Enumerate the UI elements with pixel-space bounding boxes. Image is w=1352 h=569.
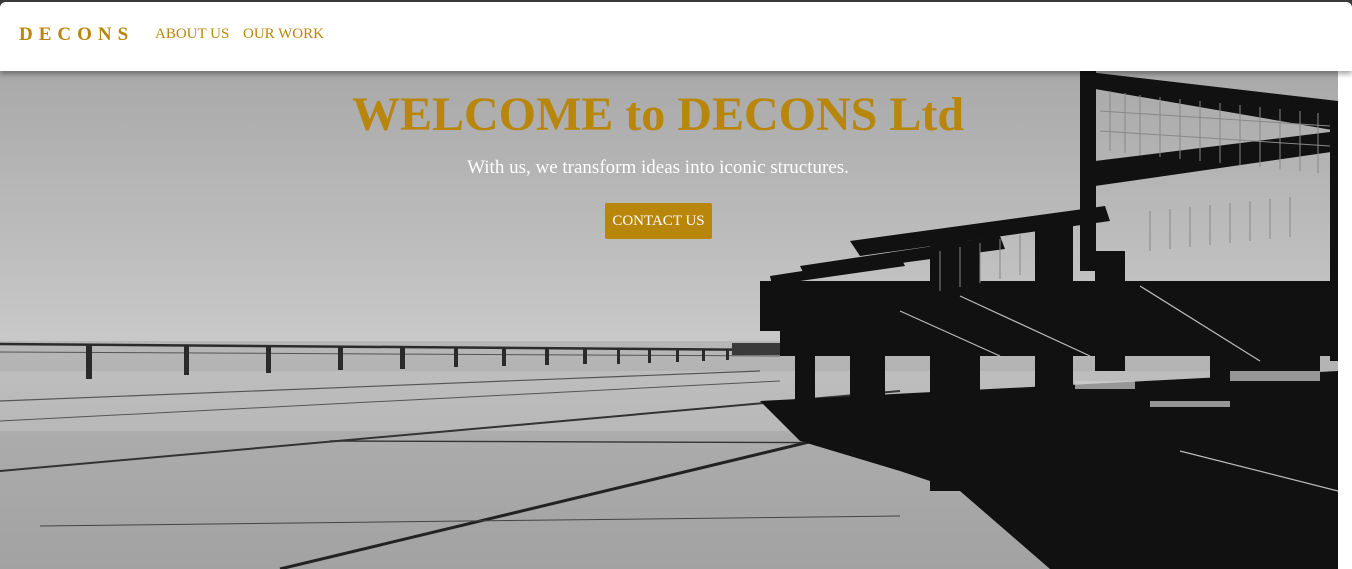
right-gutter [1338,71,1352,569]
hero-title: WELCOME to DECONS Ltd [351,88,965,141]
nav-link-our-work[interactable]: OUR WORK [243,26,324,43]
top-navbar: DECONS ABOUT US OUR WORK [0,2,1352,71]
nav-link-about-us[interactable]: ABOUT US [155,26,229,43]
browser-viewport: DECONS ABOUT US OUR WORK WELCOME to DECO… [0,2,1352,569]
hero-section: WELCOME to DECONS Ltd With us, we transf… [0,71,1338,569]
hero-subtitle: With us, we transform ideas into iconic … [467,157,849,178]
hero-background-image [0,71,1338,569]
contact-us-button[interactable]: CONTACT US [605,203,712,239]
brand-logo[interactable]: DECONS [19,24,134,46]
